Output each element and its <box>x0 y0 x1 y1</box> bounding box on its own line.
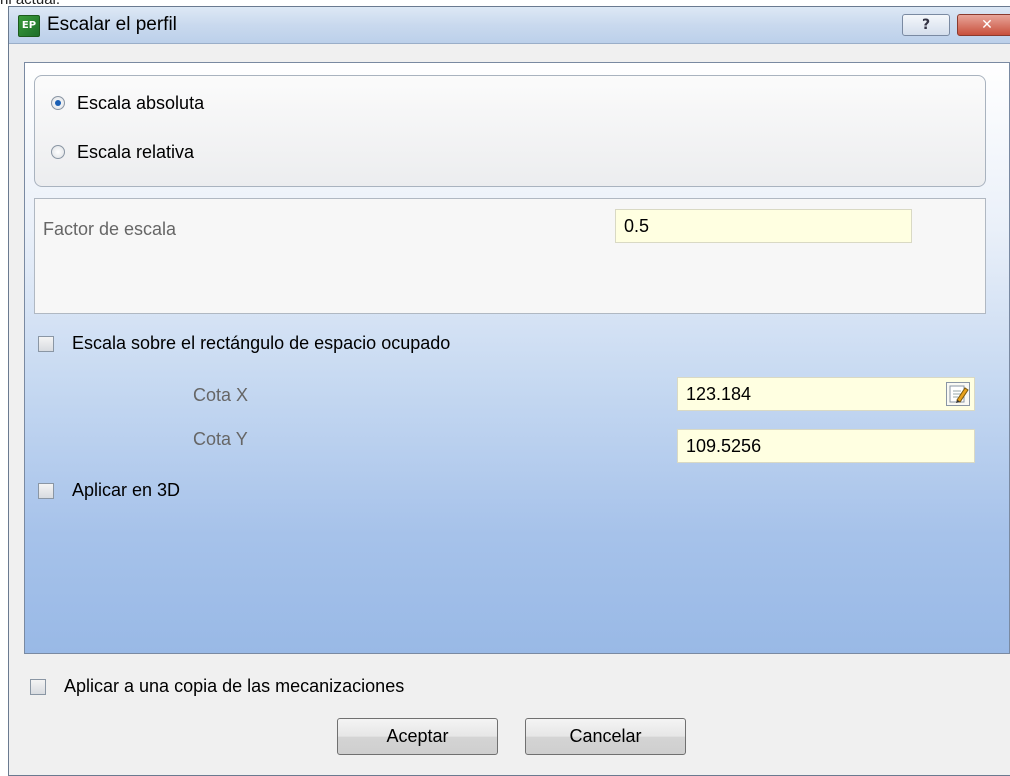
radio-relative-label: Escala relativa <box>77 141 195 162</box>
cota-x-value: 123.184 <box>686 384 752 404</box>
scale-factor-box: Factor de escala 0.5 <box>34 198 986 314</box>
dialog-title: Escalar el perfil <box>47 14 177 35</box>
cota-x-input[interactable]: 123.184 <box>677 377 975 411</box>
apply-copy-label: Aplicar a una copia de las mecanizacione… <box>64 676 405 696</box>
apply-3d-label: Aplicar en 3D <box>72 480 181 500</box>
radio-relative-indicator[interactable] <box>51 145 65 159</box>
apply-copy-checkbox[interactable] <box>30 678 46 695</box>
apply-3d-checkbox[interactable] <box>38 482 54 499</box>
cota-y-label: Cota Y <box>193 429 248 449</box>
radio-absolute-scale[interactable]: Escala absoluta <box>51 90 204 116</box>
ok-button[interactable]: Aceptar <box>337 718 498 755</box>
bounding-rect-label: Escala sobre el rectángulo de espacio oc… <box>72 333 451 353</box>
cota-x-label: Cota X <box>193 385 249 405</box>
radio-absolute-label: Escala absoluta <box>77 92 205 113</box>
apply-3d-checkbox-row[interactable]: Aplicar en 3D <box>38 480 180 501</box>
edit-pencil-icon[interactable] <box>946 382 970 406</box>
cancel-button[interactable]: Cancelar <box>525 718 686 755</box>
scale-mode-group: Escala absoluta Escala relativa <box>34 75 986 187</box>
cota-y-input[interactable]: 109.5256 <box>677 429 975 463</box>
apply-copy-checkbox-row[interactable]: Aplicar a una copia de las mecanizacione… <box>30 676 404 697</box>
help-button[interactable]: ? <box>902 14 950 36</box>
close-button[interactable]: ✕ <box>957 14 1010 36</box>
title-bar[interactable]: EP Escalar el perfil ? ✕ <box>9 7 1010 44</box>
radio-relative-scale[interactable]: Escala relativa <box>51 139 194 165</box>
scale-factor-input[interactable]: 0.5 <box>615 209 912 243</box>
scale-factor-label: Factor de escala <box>43 219 177 239</box>
radio-absolute-indicator[interactable] <box>51 96 65 110</box>
app-logo-icon: EP <box>18 15 40 37</box>
bounding-rect-checkbox-row[interactable]: Escala sobre el rectángulo de espacio oc… <box>38 333 450 354</box>
bounding-rect-checkbox[interactable] <box>38 335 54 352</box>
